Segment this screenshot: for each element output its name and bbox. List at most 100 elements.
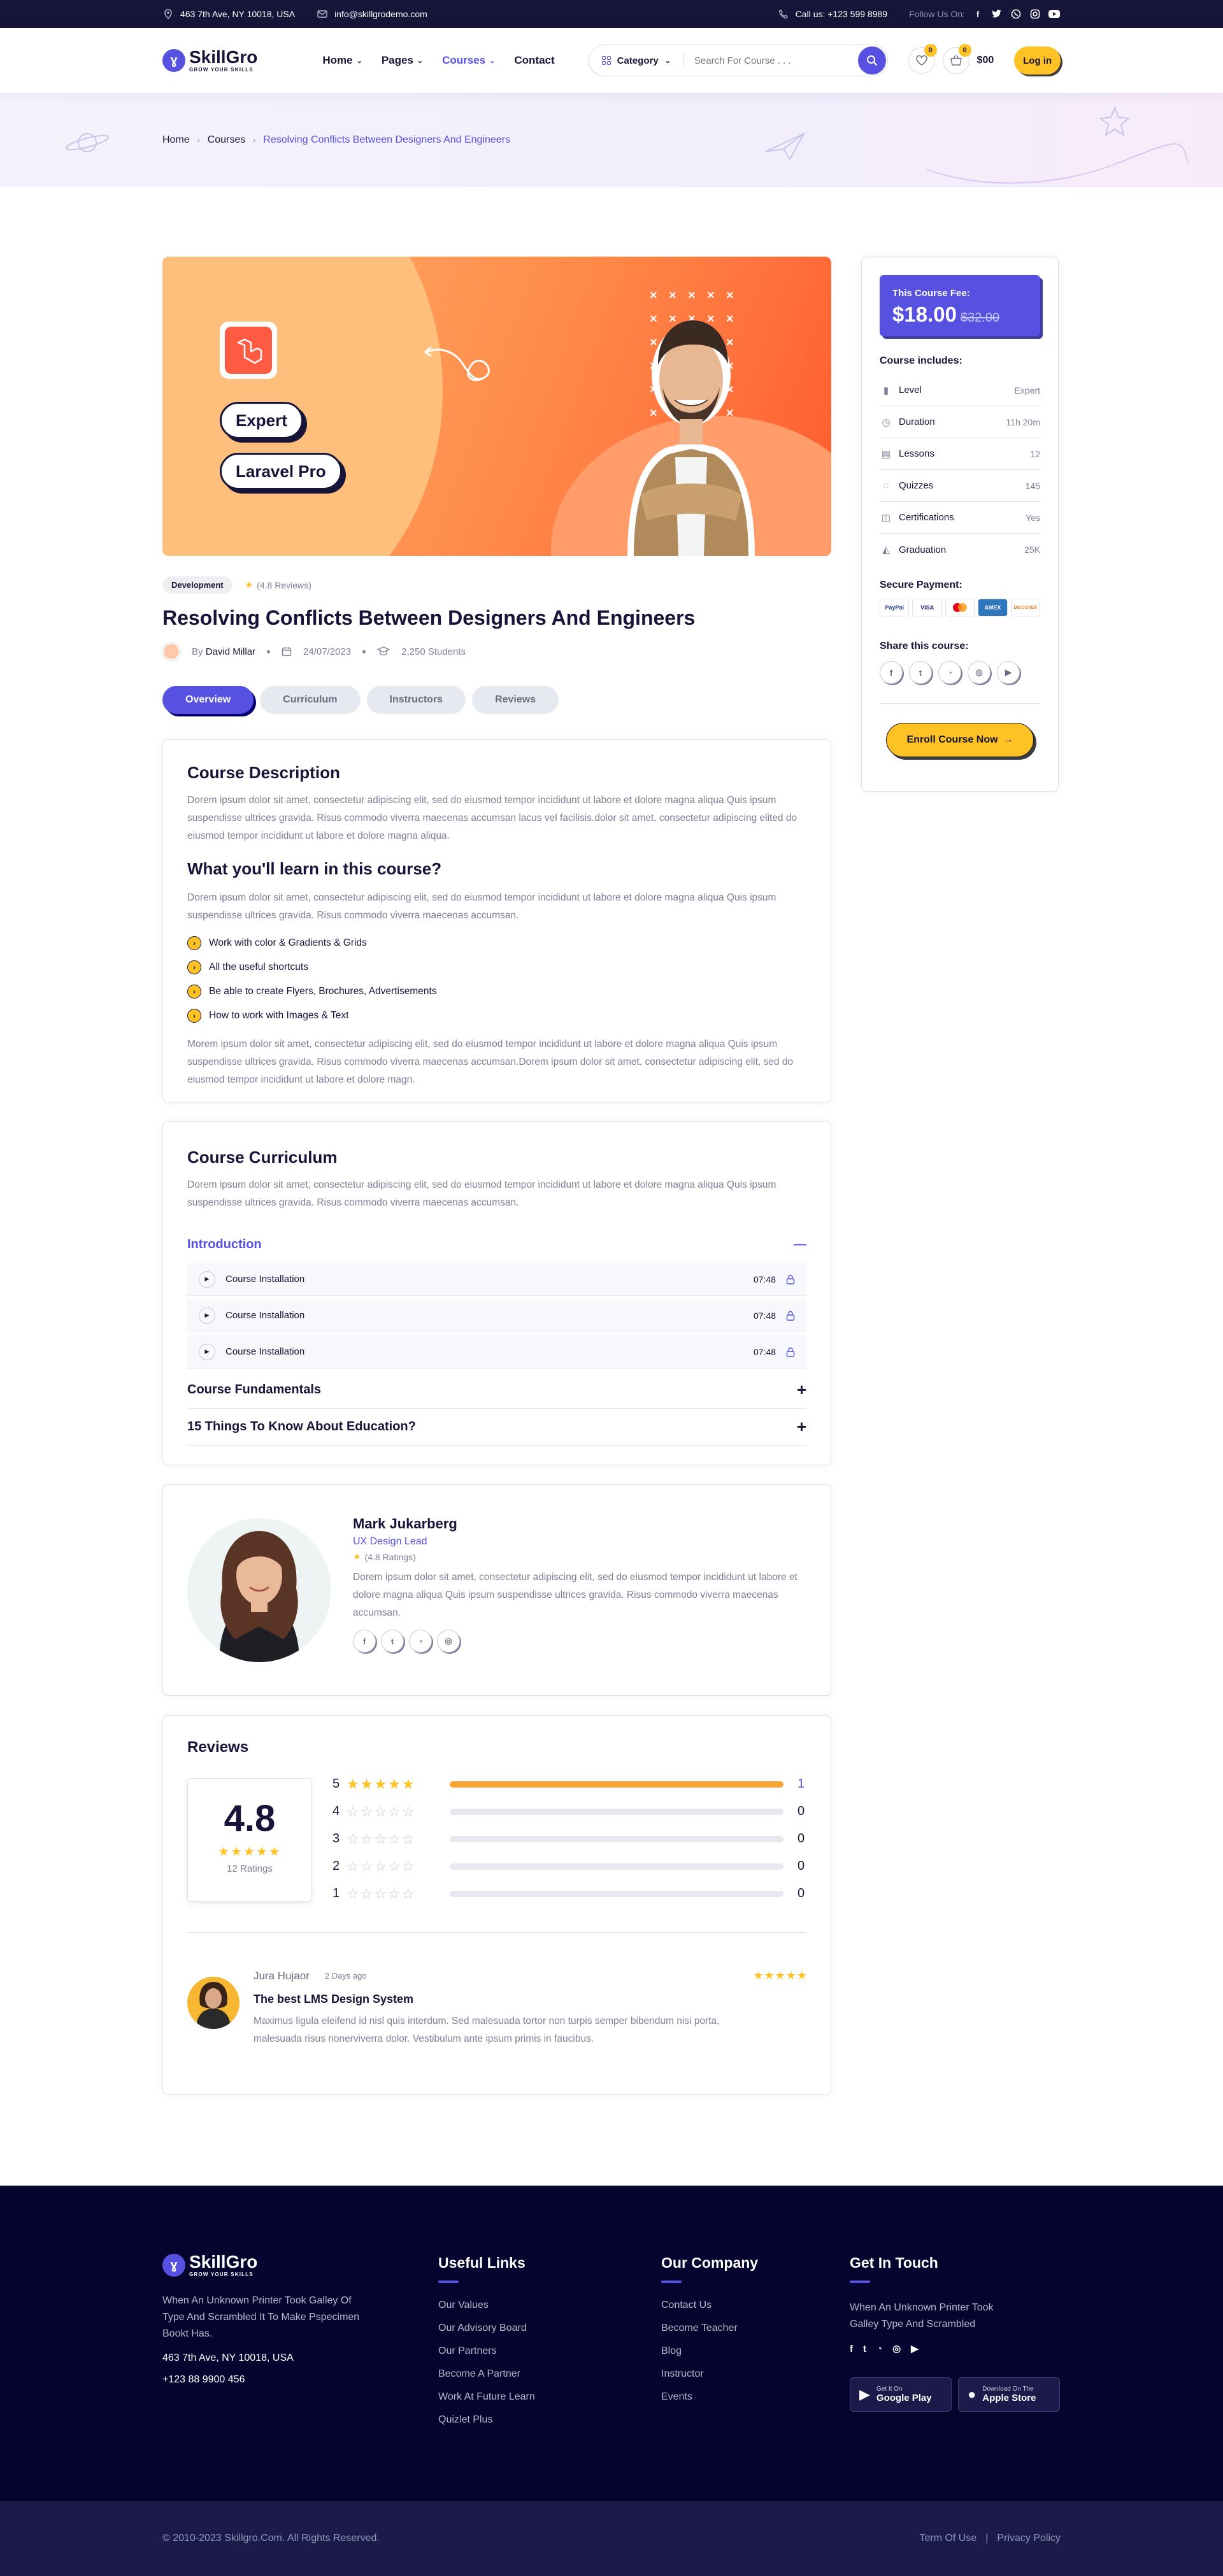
terms-link[interactable]: Term Of Use xyxy=(919,2533,976,2544)
nav-pages[interactable]: Pages ⌄ xyxy=(382,54,423,67)
youtube-icon[interactable]: ▶ xyxy=(911,2343,919,2354)
footer-link[interactable]: Contact Us xyxy=(661,2300,758,2323)
chevron-down-icon: ⌄ xyxy=(417,57,424,65)
instagram-icon[interactable] xyxy=(1029,8,1041,20)
check-arrow-icon: › xyxy=(187,1009,201,1023)
nav-home[interactable]: Home ⌄ xyxy=(322,54,362,67)
whatsapp-icon[interactable] xyxy=(1010,8,1022,20)
course-title: Resolving Conflicts Between Designers An… xyxy=(162,606,696,629)
author-link[interactable]: David Millar xyxy=(206,646,255,657)
copyright-bar: © 2010-2023 Skillgro.Com. All Rights Res… xyxy=(0,2501,1223,2576)
phone-text[interactable]: Call us: +123 599 8989 xyxy=(796,9,887,19)
tab-curriculum[interactable]: Curriculum xyxy=(260,686,361,714)
facebook-icon[interactable]: f xyxy=(971,8,984,20)
youtube-icon[interactable]: ▶ xyxy=(997,661,1020,684)
footer-link[interactable]: Become A Partner xyxy=(438,2368,535,2391)
footer-link[interactable]: Quizlet Plus xyxy=(438,2414,535,2437)
share-title: Share this course: xyxy=(880,641,969,651)
footer-phone[interactable]: +123 88 9900 456 xyxy=(162,2372,379,2388)
lesson-row[interactable]: ▶ Course Installation 07:48 xyxy=(187,1335,806,1369)
search-input[interactable] xyxy=(683,55,858,66)
course-students: 2,250 Students xyxy=(401,646,466,657)
course-sidebar: This Course Fee: $18.00 $32.00 Course inc… xyxy=(861,257,1059,792)
whatsapp-icon[interactable]: ◔ xyxy=(409,1630,432,1653)
reviewer-avatar xyxy=(187,1977,240,2029)
includes-list: ▮ Level Expert ◷ Duration 11h 20m ▤ Lessons 12… xyxy=(880,374,1040,566)
footer-link[interactable]: Become Teacher xyxy=(661,2323,758,2345)
graduation-cap-icon: ◭ xyxy=(882,544,890,555)
tab-overview[interactable]: Overview xyxy=(162,686,254,714)
certificate-icon: ◫ xyxy=(881,512,891,523)
curriculum-text: Dorem ipsum dolor sit amet, consectetur … xyxy=(187,1179,776,1208)
brand-tagline: GROW YOUR SKILLS xyxy=(189,2272,254,2277)
email-text[interactable]: info@skillgrodemo.com xyxy=(334,9,427,19)
topbar-email[interactable]: info@skillgrodemo.com xyxy=(317,8,427,20)
instructor-name[interactable]: Mark Jukarberg xyxy=(353,1516,806,1532)
topbar-phone[interactable]: Call us: +123 599 8989 xyxy=(778,8,887,20)
discover-icon: DISCOVER xyxy=(1010,599,1041,616)
facebook-icon[interactable]: f xyxy=(880,661,903,684)
apple-icon: ● xyxy=(968,2386,976,2402)
plus-icon: + xyxy=(796,1417,806,1436)
level-bars-icon: ▮ xyxy=(883,385,889,396)
footer-link[interactable]: Our Advisory Board xyxy=(438,2323,535,2345)
lesson-row[interactable]: ▶ Course Installation 07:48 xyxy=(187,1299,806,1332)
twitter-icon[interactable] xyxy=(991,8,1003,20)
login-button[interactable]: Log in xyxy=(1014,46,1061,75)
footer-link[interactable]: Blog xyxy=(661,2345,758,2368)
whatsapp-icon[interactable]: ◔ xyxy=(876,2344,882,2354)
section-introduction[interactable]: Introduction — xyxy=(187,1226,806,1263)
privacy-link[interactable]: Privacy Policy xyxy=(997,2533,1061,2544)
facebook-icon[interactable]: f xyxy=(353,1630,376,1653)
twitter-icon[interactable]: t xyxy=(863,2344,866,2354)
rating-breakdown: 5 ★★★★★ 1 4 ☆☆☆☆☆ 0 3 ☆☆☆☆☆ 0 2 ☆☆☆☆☆ 0 1 ☆☆☆☆☆ 0 xyxy=(333,1770,805,1907)
section-fundamentals[interactable]: Course Fundamentals + xyxy=(187,1372,806,1409)
instagram-icon[interactable]: ◎ xyxy=(437,1630,460,1653)
youtube-icon[interactable] xyxy=(1048,8,1061,20)
useful-links-title: Useful Links xyxy=(438,2254,526,2271)
course-category-tag[interactable]: Development xyxy=(162,576,232,594)
search-button[interactable] xyxy=(857,46,886,75)
mastercard-icon xyxy=(945,599,975,616)
footer-link[interactable]: Our Values xyxy=(438,2300,535,2323)
whatsapp-icon[interactable]: ◔ xyxy=(938,661,961,684)
lesson-row[interactable]: ▶ Course Installation 07:48 xyxy=(187,1263,806,1296)
star-icon: ★ xyxy=(245,580,254,590)
instagram-icon[interactable]: ◎ xyxy=(892,2343,901,2354)
nav-courses[interactable]: Courses ⌄ xyxy=(442,54,495,67)
nav-contact[interactable]: Contact xyxy=(514,54,554,67)
reviews-card: Reviews 4.8 ★★★★★ 12 Ratings 5 ★★★★★ 1 4 ☆☆… xyxy=(162,1715,831,2095)
list-item: ▤ Lessons 12 xyxy=(880,438,1040,470)
play-icon: ▶ xyxy=(199,1307,215,1324)
twitter-icon[interactable]: t xyxy=(909,661,932,684)
google-play-button[interactable]: ▶ Get It On Google Play xyxy=(850,2377,952,2412)
description-text: Dorem ipsum dolor sit amet, consectetur … xyxy=(187,795,797,841)
footer-link[interactable]: Events xyxy=(661,2391,758,2414)
footer-link[interactable]: Instructor xyxy=(661,2368,758,2391)
footer-link[interactable]: Our Partners xyxy=(438,2345,535,2368)
twitter-icon[interactable]: t xyxy=(381,1630,404,1653)
footer-logo[interactable]: ɣ SkillGro GROW YOUR SKILLS xyxy=(162,2253,379,2277)
chevron-down-icon: ⌄ xyxy=(664,57,671,65)
facebook-icon[interactable]: f xyxy=(850,2344,853,2354)
section-things-to-know[interactable]: 15 Things To Know About Education? + xyxy=(187,1409,806,1446)
category-select[interactable]: Category ⌄ xyxy=(589,52,684,69)
breadcrumb: Home › Courses › Resolving Conflicts Bet… xyxy=(162,134,510,146)
breadcrumb-courses[interactable]: Courses xyxy=(208,134,246,146)
instructor-bio: Dorem ipsum dolor sit amet, consectetur … xyxy=(353,1572,797,1618)
tab-reviews[interactable]: Reviews xyxy=(472,686,559,714)
list-item: › All the useful shortcuts xyxy=(187,960,806,974)
cart-button[interactable]: 0 xyxy=(942,44,971,74)
chevron-right-icon: › xyxy=(253,136,256,145)
enroll-button[interactable]: Enroll Course Now → xyxy=(886,723,1034,757)
instagram-icon[interactable]: ◎ xyxy=(968,661,991,684)
footer-link[interactable]: Work At Future Learn xyxy=(438,2391,535,2414)
app-store-button[interactable]: ● Download On The Apple Store xyxy=(958,2377,1060,2412)
graduation-cap-icon xyxy=(377,646,390,656)
tab-instructors[interactable]: Instructors xyxy=(366,686,466,714)
brand-logo[interactable]: ɣ SkillGro GROW YOUR SKILLS xyxy=(162,48,257,73)
minus-icon: — xyxy=(794,1237,806,1251)
breadcrumb-home[interactable]: Home xyxy=(162,134,190,146)
wishlist-button[interactable]: 0 xyxy=(908,44,937,74)
breadcrumb-current: Resolving Conflicts Between Designers An… xyxy=(263,134,511,145)
